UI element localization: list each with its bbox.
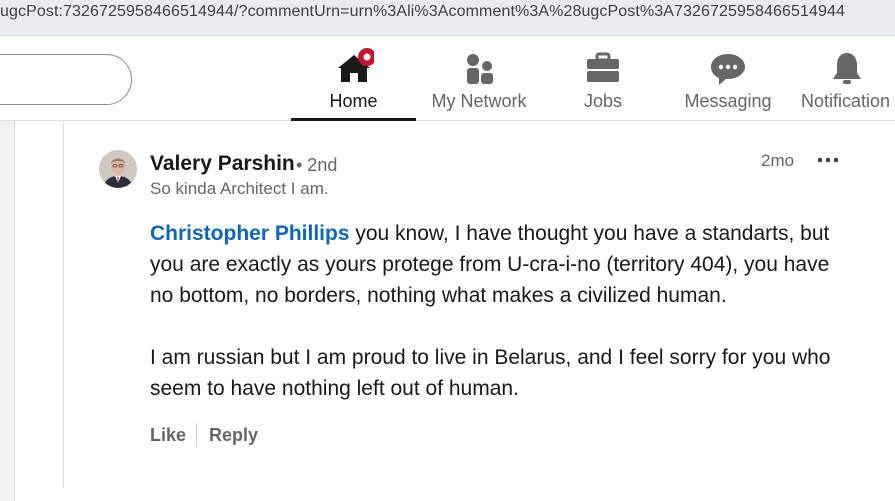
bell-icon xyxy=(833,53,861,84)
url-text: ugcPost:7326725958466514944/?commentUrn=… xyxy=(0,3,846,20)
nav-label-home: Home xyxy=(329,91,378,111)
nav-item-my-network[interactable]: My Network xyxy=(416,36,542,121)
action-divider xyxy=(196,423,197,447)
briefcase-icon xyxy=(587,52,619,82)
mention-link[interactable]: Christopher Phillips xyxy=(150,222,350,245)
search-input[interactable] xyxy=(0,54,132,105)
nav-item-notifications[interactable]: Notification xyxy=(792,36,895,121)
address-bar[interactable]: ugcPost:7326725958466514944/?commentUrn=… xyxy=(0,0,895,36)
messaging-icon xyxy=(711,54,745,85)
author-headline: So kinda Architect I am. xyxy=(150,179,329,198)
comment-body: Christopher Phillips you know, I have th… xyxy=(150,218,850,404)
nav-item-jobs[interactable]: Jobs xyxy=(542,36,664,121)
avatar[interactable] xyxy=(99,150,137,188)
nav-label-my-network: My Network xyxy=(431,91,527,111)
nav-label-jobs: Jobs xyxy=(583,91,623,111)
comment-paragraph-1: Christopher Phillips you know, I have th… xyxy=(150,218,850,311)
nav-label-messaging: Messaging xyxy=(684,91,772,111)
thread-line xyxy=(63,121,64,488)
more-options-button[interactable] xyxy=(813,148,843,172)
reply-button[interactable]: Reply xyxy=(209,425,258,446)
global-nav: Home My Network Jobs Messaging Notificat… xyxy=(0,36,895,121)
connection-degree: • 2nd xyxy=(296,155,338,175)
home-icon xyxy=(337,48,374,82)
people-icon xyxy=(467,54,493,84)
nav-label-notifications: Notification xyxy=(801,91,891,111)
comment-timestamp: 2mo xyxy=(761,151,795,170)
like-button[interactable]: Like xyxy=(150,425,186,446)
nav-item-messaging[interactable]: Messaging xyxy=(664,36,792,121)
avatar-photo xyxy=(99,150,137,188)
author-name[interactable]: Valery Parshin xyxy=(150,152,295,176)
comment-paragraph-2: I am russian but I am proud to live in B… xyxy=(150,346,831,400)
nav-item-home[interactable]: Home xyxy=(291,36,416,121)
ellipsis-icon xyxy=(817,157,839,163)
